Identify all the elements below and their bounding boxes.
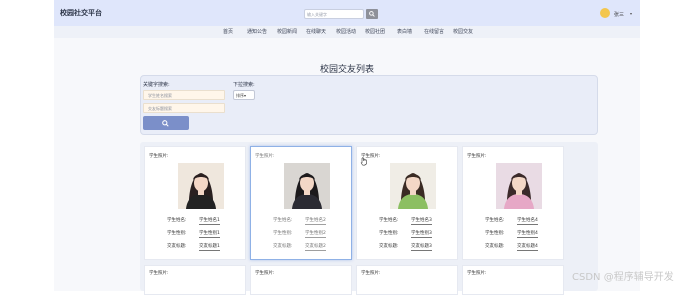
app-window: 校园社交平台 输入关键字 张三 ▾ 首页 通知公告 校园新闻 在线聊天 校园活动… bbox=[54, 0, 640, 295]
friend-title-value[interactable]: 交友标题3 bbox=[411, 243, 432, 251]
nav-item-home[interactable]: 首页 bbox=[223, 28, 233, 35]
main-nav: 首页 通知公告 校园新闻 在线聊天 校园活动 校园社团 表白墙 在线留言 校园交… bbox=[54, 26, 640, 38]
student-name-value[interactable]: 学生姓名3 bbox=[411, 217, 432, 225]
nav-item-activities[interactable]: 校园活动 bbox=[336, 28, 356, 35]
dropdown-search-label: 下拉搜索: bbox=[233, 82, 255, 88]
friend-title-label: 交友标题: bbox=[167, 244, 187, 249]
user-name[interactable]: 张三 bbox=[614, 11, 624, 18]
page-title: 校园交友列表 bbox=[319, 65, 374, 75]
friend-title-label: 交友标题: bbox=[273, 244, 293, 249]
friend-title-value[interactable]: 交友标题2 bbox=[305, 243, 326, 251]
student-gender-label: 学生性别: bbox=[167, 231, 187, 236]
sort-dropdown[interactable]: 排序▾ bbox=[233, 90, 255, 100]
student-card[interactable]: 学生照片: 学生姓名: 学生姓名4 学生性别: 学生性别4 交友标题: 交友标题4 bbox=[462, 146, 564, 260]
student-name-value[interactable]: 学生姓名2 bbox=[305, 217, 326, 225]
student-name-label: 学生姓名: bbox=[273, 218, 293, 223]
student-name-label: 学生姓名: bbox=[379, 218, 399, 223]
photo-label: 学生照片: bbox=[255, 154, 275, 159]
student-name-search-input[interactable]: 学生姓名搜索 bbox=[143, 90, 225, 100]
nav-item-messages[interactable]: 在线留言 bbox=[424, 28, 444, 35]
chevron-down-icon[interactable]: ▾ bbox=[630, 11, 632, 16]
student-gender-label: 学生性别: bbox=[379, 231, 399, 236]
student-name-label: 学生姓名: bbox=[167, 218, 187, 223]
photo-label: 学生照片: bbox=[149, 271, 169, 276]
student-name-value[interactable]: 学生姓名4 bbox=[517, 217, 538, 225]
nav-item-news[interactable]: 校园新闻 bbox=[277, 28, 297, 35]
student-name-value[interactable]: 学生姓名1 bbox=[199, 217, 220, 225]
nav-item-clubs[interactable]: 校园社团 bbox=[365, 28, 385, 35]
search-icon bbox=[369, 11, 375, 17]
friend-title-value[interactable]: 交友标题4 bbox=[517, 243, 538, 251]
friend-title-value[interactable]: 交友标题1 bbox=[199, 243, 220, 251]
photo-label: 学生照片: bbox=[149, 154, 169, 159]
student-name-label: 学生姓名: bbox=[485, 218, 505, 223]
student-photo[interactable] bbox=[390, 163, 436, 209]
nav-item-confession-wall[interactable]: 表白墙 bbox=[397, 28, 412, 35]
search-button[interactable] bbox=[366, 9, 378, 19]
student-gender-value[interactable]: 学生性别4 bbox=[517, 230, 538, 238]
student-gender-label: 学生性别: bbox=[485, 231, 505, 236]
student-photo[interactable] bbox=[284, 163, 330, 209]
student-gender-value[interactable]: 学生性别1 bbox=[199, 230, 220, 238]
nav-item-chat[interactable]: 在线聊天 bbox=[306, 28, 326, 35]
photo-label: 学生照片: bbox=[467, 271, 487, 276]
avatar[interactable] bbox=[600, 8, 610, 18]
nav-item-notices[interactable]: 通知公告 bbox=[247, 28, 267, 35]
brand-title[interactable]: 校园社交平台 bbox=[60, 8, 102, 18]
top-bar: 校园社交平台 输入关键字 张三 ▾ bbox=[54, 0, 640, 26]
student-gender-value[interactable]: 学生性别3 bbox=[411, 230, 432, 238]
hand-cursor-icon bbox=[360, 151, 368, 170]
search-icon bbox=[162, 120, 169, 127]
photo-label: 学生照片: bbox=[255, 271, 275, 276]
student-photo[interactable] bbox=[496, 163, 542, 209]
photo-label: 学生照片: bbox=[361, 271, 381, 276]
friend-title-label: 交友标题: bbox=[379, 244, 399, 249]
student-gender-value[interactable]: 学生性别2 bbox=[305, 230, 326, 238]
student-photo[interactable] bbox=[178, 163, 224, 209]
student-card[interactable]: 学生照片: 学生姓名: 学生姓名2 学生性别: 学生性别2 交友标题: 交友标题2 bbox=[250, 146, 352, 260]
student-card[interactable]: 学生照片: 学生姓名: 学生姓名3 学生性别: 学生性别3 交友标题: 交友标题3 bbox=[356, 146, 458, 260]
nav-item-dating[interactable]: 校园交友 bbox=[453, 28, 473, 35]
filter-search-button[interactable] bbox=[143, 116, 189, 130]
search-input[interactable]: 输入关键字 bbox=[304, 9, 364, 19]
photo-label: 学生照片: bbox=[467, 154, 487, 159]
watermark: CSDN @程序辅导开发 bbox=[572, 272, 674, 283]
friend-title-search-input[interactable]: 交友标题搜索 bbox=[143, 103, 225, 113]
student-card[interactable]: 学生照片: 学生姓名: 学生姓名1 学生性别: 学生性别1 交友标题: 交友标题1 bbox=[144, 146, 246, 260]
friend-title-label: 交友标题: bbox=[485, 244, 505, 249]
keyword-search-label: 关键字搜索: bbox=[143, 82, 170, 88]
student-gender-label: 学生性别: bbox=[273, 231, 293, 236]
filter-panel: 关键字搜索: 学生姓名搜索 交友标题搜索 下拉搜索: 排序▾ bbox=[140, 75, 598, 135]
